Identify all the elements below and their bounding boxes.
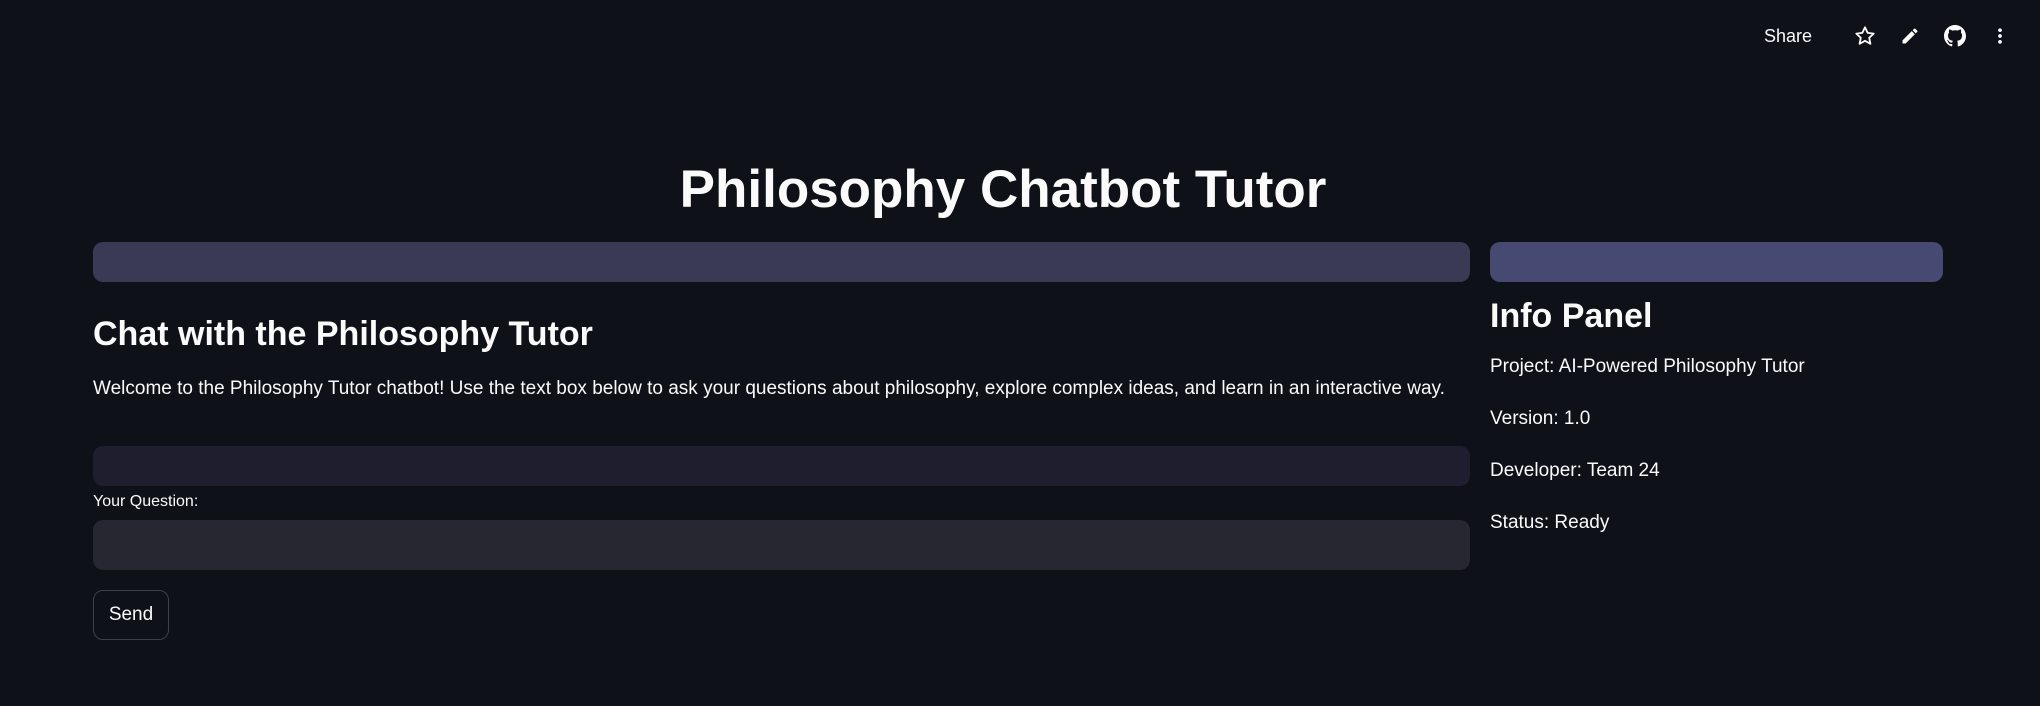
- question-input[interactable]: [93, 520, 1470, 570]
- chat-heading: Chat with the Philosophy Tutor: [93, 315, 593, 353]
- info-status: Status: Ready: [1490, 512, 1610, 533]
- page-title: Philosophy Chatbot Tutor: [679, 160, 1327, 219]
- github-icon[interactable]: [1941, 22, 1969, 50]
- info-developer: Developer: Team 24: [1490, 460, 1660, 481]
- pencil-icon[interactable]: [1896, 22, 1924, 50]
- share-button[interactable]: Share: [1764, 26, 1812, 47]
- top-toolbar: Share: [1764, 18, 2014, 54]
- chat-history-box: [93, 446, 1470, 486]
- info-project: Project: AI-Powered Philosophy Tutor: [1490, 356, 1805, 377]
- info-heading: Info Panel: [1490, 297, 1653, 335]
- question-label: Your Question:: [93, 493, 199, 510]
- app-page: Share Philosophy Chatbot Tutor Chat with…: [0, 0, 2040, 706]
- info-panel: Info Panel Project: AI-Powered Philosoph…: [1490, 242, 1943, 536]
- info-version: Version: 1.0: [1490, 408, 1591, 429]
- chat-column: Chat with the Philosophy Tutor Welcome t…: [93, 242, 1470, 640]
- chat-banner: [93, 242, 1470, 282]
- more-vertical-icon[interactable]: [1986, 22, 2014, 50]
- send-button[interactable]: Send: [93, 590, 169, 640]
- star-icon[interactable]: [1851, 22, 1879, 50]
- info-banner: [1490, 242, 1943, 282]
- welcome-text: Welcome to the Philosophy Tutor chatbot!…: [93, 378, 1445, 399]
